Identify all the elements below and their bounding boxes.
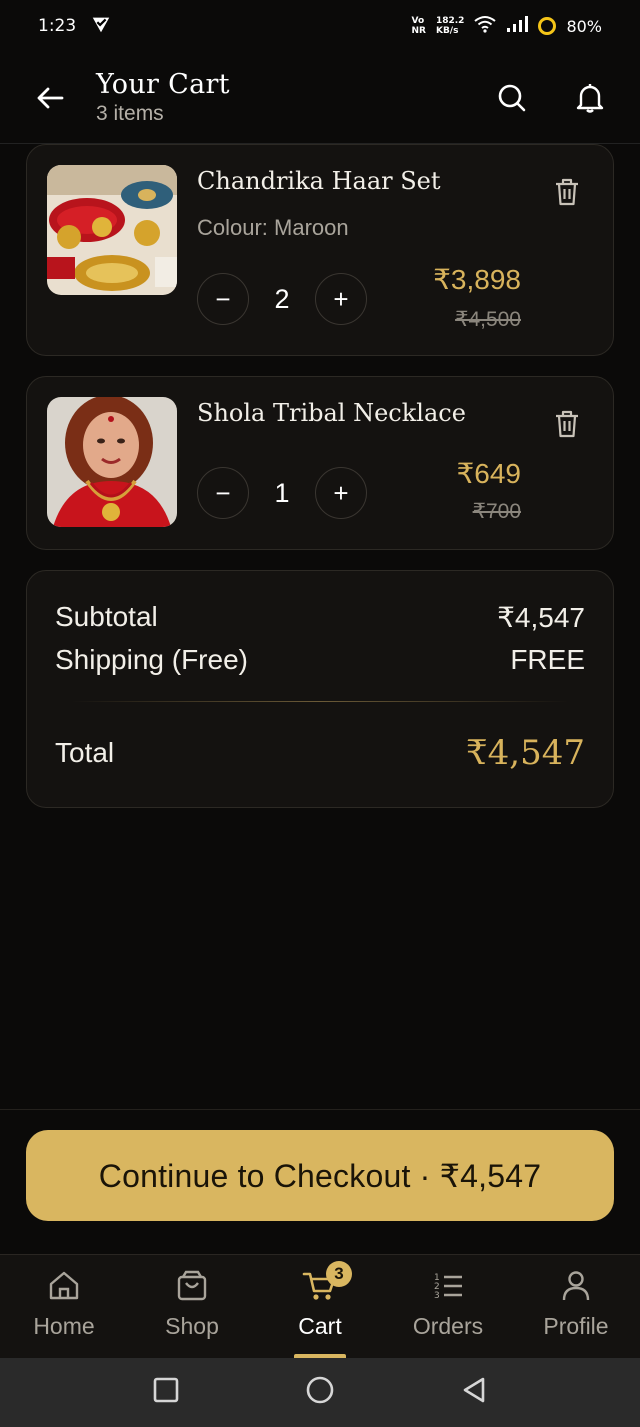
footer-divider (0, 1109, 640, 1110)
nav-home[interactable]: Home (0, 1255, 128, 1358)
home-button[interactable] (305, 1375, 335, 1410)
nav-orders-label: Orders (412, 1313, 484, 1339)
order-summary: Subtotal ₹4,547 Shipping (Free) FREE Tot… (26, 570, 614, 808)
triangle-back-icon (463, 1377, 484, 1403)
total-label: Total (55, 737, 115, 768)
title-block: Your Cart 3 items (96, 69, 230, 126)
status-bar: 1:23 Vo NR 182.2 KB/s 80% (0, 0, 640, 52)
total-row: Total ₹4,547 (55, 733, 585, 773)
nav-shop-label: Shop (165, 1313, 219, 1339)
product-variant: Colour: Maroon (197, 215, 349, 240)
remove-item-button[interactable] (553, 409, 581, 439)
network-type: Vo NR (411, 16, 426, 36)
quantity-stepper: − 2 + (197, 273, 367, 325)
item-price: ₹649 (456, 458, 521, 489)
user-icon (562, 1271, 590, 1301)
cart-item: Chandrika Haar Set Colour: Maroon − 2 + … (26, 144, 614, 356)
product-image[interactable] (47, 165, 177, 295)
battery-level: 80% (566, 16, 602, 36)
nav-profile[interactable]: Profile (512, 1255, 640, 1358)
home-icon (49, 1271, 79, 1300)
battery-icon (538, 17, 557, 35)
product-name[interactable]: Shola Tribal Necklace (197, 399, 466, 427)
shipping-label: Shipping (Free) (55, 644, 248, 675)
summary-divider (71, 701, 569, 702)
quantity-stepper: − 1 + (197, 467, 367, 519)
wifi-icon (474, 15, 497, 37)
status-time: 1:23 (38, 16, 77, 36)
total-value: ₹4,547 (466, 733, 585, 773)
increase-quantity-button[interactable]: + (315, 273, 367, 325)
item-count: 3 items (96, 102, 164, 125)
system-navigation (0, 1358, 640, 1427)
subtotal-row: Subtotal ₹4,547 (55, 601, 585, 634)
recents-button[interactable] (152, 1376, 180, 1409)
cart-item: Shola Tribal Necklace − 1 + ₹649 ₹700 (26, 376, 614, 550)
shipping-value: FREE (510, 644, 585, 675)
circle-icon (306, 1376, 334, 1404)
item-original-price: ₹700 (472, 500, 521, 523)
quantity-value: 1 (274, 477, 290, 508)
subtotal-label: Subtotal (55, 601, 158, 632)
bottom-navigation: Home Shop 3 Cart 123 Orders Profile (0, 1254, 640, 1358)
back-button[interactable] (30, 78, 70, 118)
svg-text:3: 3 (434, 1291, 440, 1301)
quantity-value: 2 (274, 283, 290, 314)
decrease-quantity-button[interactable]: − (197, 467, 249, 519)
signal-icon (506, 15, 529, 37)
nav-cart[interactable]: 3 Cart (256, 1255, 384, 1358)
decrease-quantity-button[interactable]: − (197, 273, 249, 325)
remove-item-button[interactable] (553, 177, 581, 207)
increase-quantity-button[interactable]: + (315, 467, 367, 519)
item-price: ₹3,898 (433, 264, 521, 295)
square-icon (154, 1377, 179, 1403)
nav-shop[interactable]: Shop (128, 1255, 256, 1358)
trash-icon (556, 178, 578, 206)
shopping-bag-icon (177, 1270, 207, 1301)
search-icon (498, 84, 526, 111)
nav-cart-label: Cart (298, 1313, 342, 1339)
nav-home-label: Home (33, 1313, 95, 1339)
trash-icon (556, 410, 578, 438)
nav-profile-label: Profile (543, 1313, 609, 1339)
system-back-button[interactable] (460, 1376, 488, 1409)
nav-orders[interactable]: 123 Orders (384, 1255, 512, 1358)
subtotal-value: ₹4,547 (497, 602, 585, 633)
product-image[interactable] (47, 397, 177, 527)
cart-badge: 3 (326, 1261, 352, 1287)
item-original-price: ₹4,500 (455, 308, 521, 331)
bell-icon (576, 83, 604, 113)
app-header: Your Cart 3 items (0, 52, 640, 144)
notifications-button[interactable] (570, 78, 610, 118)
vpn-check-icon (90, 13, 112, 40)
network-speed: 182.2 KB/s (435, 16, 465, 36)
checkout-button[interactable]: Continue to Checkout · ₹4,547 (26, 1130, 614, 1221)
page-title: Your Cart (96, 69, 230, 100)
product-name[interactable]: Chandrika Haar Set (197, 167, 441, 195)
numbered-list-icon: 123 (434, 1273, 462, 1301)
arrow-left-icon (37, 87, 64, 108)
search-button[interactable] (492, 78, 532, 118)
shipping-row: Shipping (Free) FREE (55, 644, 585, 676)
